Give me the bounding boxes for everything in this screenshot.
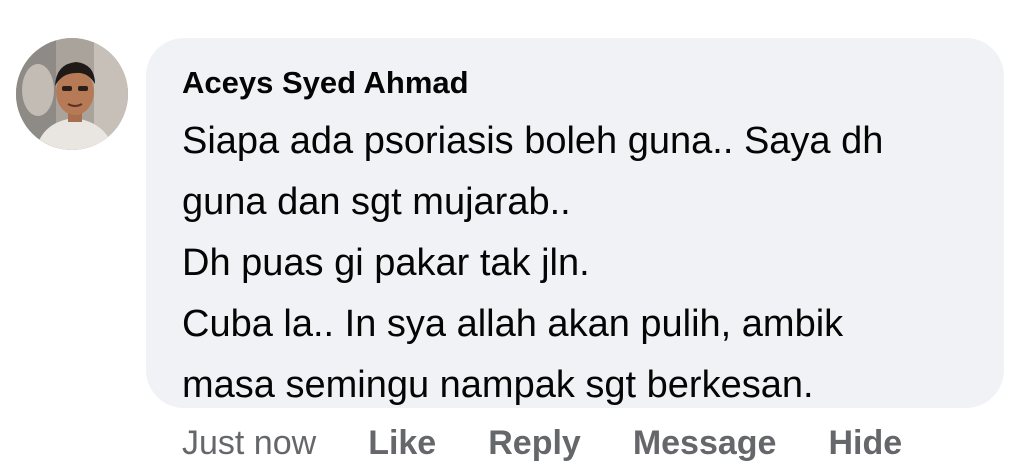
comment-actions: Just now Like Reply Message Hide xyxy=(182,420,902,466)
comment-thread: Aceys Syed Ahmad Siapa ada psoriasis bol… xyxy=(0,0,1024,475)
comment-text-line: guna dan sgt mujarab.. xyxy=(182,181,571,223)
avatar-photo-icon xyxy=(16,38,128,150)
comment-author[interactable]: Aceys Syed Ahmad xyxy=(182,65,972,101)
like-button[interactable]: Like xyxy=(368,424,436,463)
reply-button[interactable]: Reply xyxy=(488,424,581,463)
comment-text-line: Dh puas gi pakar tak jln. xyxy=(182,242,590,284)
comment-text-line: Cuba la.. In sya allah akan pulih, ambik xyxy=(182,303,844,345)
message-button[interactable]: Message xyxy=(633,424,777,463)
comment-timestamp[interactable]: Just now xyxy=(182,424,316,463)
comment-bubble: Aceys Syed Ahmad Siapa ada psoriasis bol… xyxy=(146,38,1004,408)
hide-button[interactable]: Hide xyxy=(828,424,902,463)
avatar[interactable] xyxy=(16,38,128,150)
comment-text-line: masa semingu nampak sgt berkesan. xyxy=(182,364,814,406)
comment-text-line: Siapa ada psoriasis boleh guna.. Saya dh xyxy=(182,120,884,162)
